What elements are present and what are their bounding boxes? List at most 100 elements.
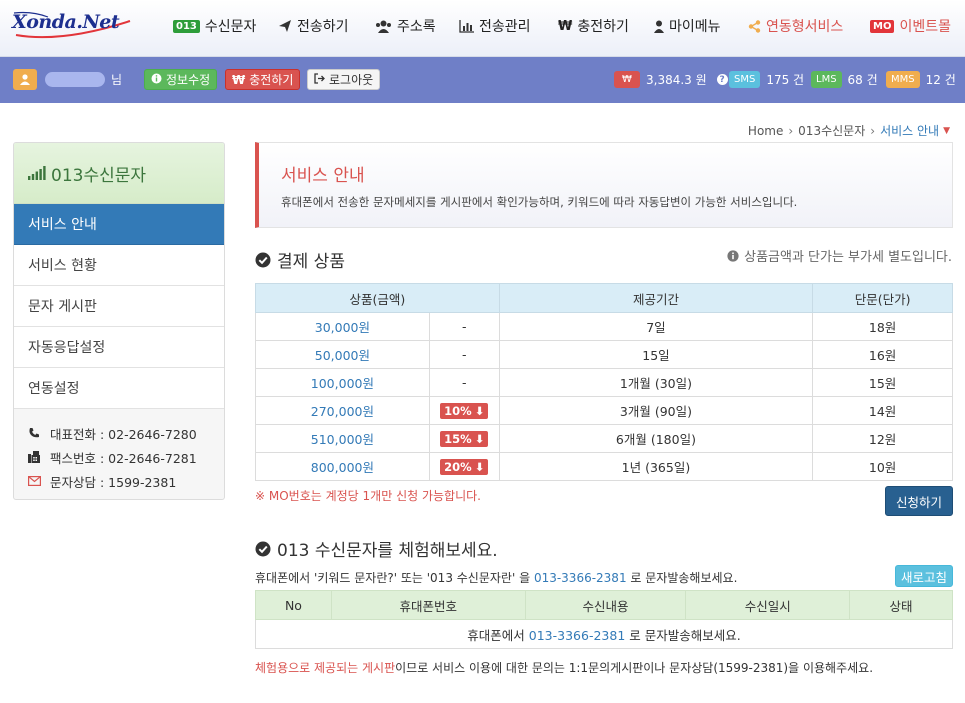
help-icon[interactable]: ? bbox=[716, 74, 728, 85]
breadcrumb-section[interactable]: 013수신문자 bbox=[798, 122, 865, 139]
table-row: 50,000원 - 15일 16원 bbox=[255, 340, 953, 369]
nav-eventmall[interactable]: MO 이벤트몰 bbox=[870, 16, 951, 36]
nav-charge[interactable]: ₩ 충전하기 bbox=[558, 16, 629, 36]
sms-value: 175 건 bbox=[766, 73, 805, 87]
cell-period: 3개월 (90일) bbox=[498, 396, 814, 425]
nav-addressbook[interactable]: 주소록 bbox=[375, 16, 436, 36]
sidebar-item-auto-reply[interactable]: 자동응답설정 bbox=[14, 327, 224, 368]
nav-label: 전송관리 bbox=[479, 19, 531, 35]
cell-discount: - bbox=[428, 312, 500, 341]
cell-unit-price: 10원 bbox=[812, 452, 953, 481]
empty-row-message: 휴대폰에서 013-3366-2381 로 문자발송해보세요. bbox=[255, 619, 953, 649]
user-suffix: 님 bbox=[111, 73, 123, 87]
table-header-row: 상품(금액) 제공기간 단문(단가) bbox=[255, 283, 953, 313]
user-info: 님 bbox=[13, 69, 122, 90]
won-icon: ₩ bbox=[558, 18, 573, 34]
vat-note-text: 상품금액과 단가는 부가세 별도입니다. bbox=[744, 250, 952, 265]
cell-price: 800,000원 bbox=[255, 452, 430, 481]
breadcrumb: Home › 013수신문자 › 서비스 안내 ▼ bbox=[748, 122, 950, 139]
cell-period: 1년 (365일) bbox=[498, 452, 814, 481]
site-logo[interactable]: Xonda.Net bbox=[12, 9, 136, 41]
check-circle-icon bbox=[255, 252, 271, 268]
sidebar-item-service-status[interactable]: 서비스 현황 bbox=[14, 245, 224, 286]
products-section-title: 결제 상품 bbox=[255, 247, 345, 272]
nav-send[interactable]: 전송하기 bbox=[278, 16, 349, 36]
chevron-right-icon: › bbox=[788, 123, 794, 138]
empty-pre: 휴대폰에서 bbox=[467, 627, 529, 643]
cell-period: 6개월 (180일) bbox=[498, 424, 814, 453]
logout-button[interactable]: 로그아웃 bbox=[307, 69, 381, 90]
trial-table: No 휴대폰번호 수신내용 수신일시 상태 휴대폰에서 013-3366-238… bbox=[255, 590, 953, 649]
paper-plane-icon bbox=[278, 19, 292, 33]
nav-label: 수신문자 bbox=[204, 19, 257, 35]
cell-price: 510,000원 bbox=[255, 424, 430, 453]
sidebar-item-integration[interactable]: 연동설정 bbox=[14, 368, 224, 409]
cell-price: 100,000원 bbox=[255, 368, 430, 397]
contact-info: 대표전화 : 02-2646-7280 팩스번호 : 02-2646-7281 … bbox=[14, 409, 224, 493]
apply-button[interactable]: 신청하기 bbox=[885, 486, 953, 516]
sidebar: 013수신문자 서비스 안내 서비스 현황 문자 게시판 자동응답설정 연동설정… bbox=[13, 142, 225, 500]
cell-period: 15일 bbox=[498, 340, 814, 369]
users-icon bbox=[375, 20, 392, 33]
breadcrumb-home[interactable]: Home bbox=[748, 124, 783, 138]
table-row: 510,000원 15% ⬇ 6개월 (180일) 12원 bbox=[255, 424, 953, 453]
arrow-down-icon: ⬇ bbox=[474, 431, 485, 446]
edit-profile-button[interactable]: 정보수정 bbox=[144, 69, 218, 90]
table-row: 30,000원 - 7일 18원 bbox=[255, 312, 953, 341]
table-row: 800,000원 20% ⬇ 1년 (365일) 10원 bbox=[255, 452, 953, 481]
trial-section-title: 013 수신문자를 체험해보세요. bbox=[255, 536, 498, 561]
sidebar-item-sms-board[interactable]: 문자 게시판 bbox=[14, 286, 224, 327]
masked-username bbox=[45, 72, 105, 87]
discount-none: - bbox=[461, 375, 467, 390]
mms-label: MMS bbox=[886, 71, 920, 88]
fax-icon bbox=[28, 451, 50, 463]
nav-label: 주소록 bbox=[397, 19, 436, 35]
breadcrumb-current[interactable]: 서비스 안내 bbox=[880, 122, 939, 139]
user-bar: 님 정보수정 ₩ 충전하기 로그아웃 ₩ 3,384.3 원 ? SMS 175… bbox=[0, 57, 965, 103]
refresh-button[interactable]: 새로고침 bbox=[895, 565, 953, 587]
contact-fax-text: 팩스번호 : 02-2646-7281 bbox=[50, 450, 197, 466]
signal-icon bbox=[28, 166, 46, 180]
nav-mymenu[interactable]: 마이메뉴 bbox=[654, 16, 721, 36]
discount-value: 10% bbox=[444, 403, 472, 418]
arrow-down-icon: ⬇ bbox=[474, 403, 485, 418]
caret-down-icon[interactable]: ▼ bbox=[943, 126, 950, 136]
trial-desc-pre: 휴대폰에서 '키워드 문자란?' 또는 '013 수신문자란' 을 bbox=[255, 571, 534, 585]
user-icon bbox=[654, 20, 664, 33]
table-row: 270,000원 10% ⬇ 3개월 (90일) 14원 bbox=[255, 396, 953, 425]
mms-credit: MMS 12 건 bbox=[886, 69, 956, 90]
cell-period: 1개월 (30일) bbox=[498, 368, 814, 397]
nav-receive-sms[interactable]: 013 수신문자 bbox=[173, 16, 256, 36]
cell-discount: 15% ⬇ bbox=[428, 424, 500, 453]
info-description: 휴대폰에서 전송한 문자메세지를 게시판에서 확인가능하며, 키워드에 따라 자… bbox=[281, 195, 798, 209]
arrow-down-icon: ⬇ bbox=[474, 459, 485, 474]
nav-label: 마이메뉴 bbox=[669, 19, 721, 35]
bar-chart-icon bbox=[459, 19, 474, 33]
trial-number: 013-3366-2381 bbox=[533, 571, 627, 585]
sidebar-item-label: 문자 게시판 bbox=[28, 299, 97, 315]
charge-button[interactable]: ₩ 충전하기 bbox=[225, 69, 301, 90]
nav-send-manage[interactable]: 전송관리 bbox=[459, 16, 531, 36]
sidebar-item-service-info[interactable]: 서비스 안내 bbox=[14, 204, 224, 245]
header-period: 제공기간 bbox=[498, 283, 814, 313]
discount-none: - bbox=[461, 319, 467, 334]
cell-discount: 10% ⬇ bbox=[428, 396, 500, 425]
sidebar-title-text: 013수신문자 bbox=[51, 165, 147, 186]
empty-post: 로 문자발송해보세요. bbox=[625, 627, 741, 643]
lms-label: LMS bbox=[811, 71, 842, 88]
cell-unit-price: 14원 bbox=[812, 396, 953, 425]
header-content: 수신내용 bbox=[524, 590, 687, 620]
sms-label: SMS bbox=[729, 71, 761, 88]
header-product: 상품(금액) bbox=[255, 283, 500, 313]
discount-none: - bbox=[461, 347, 467, 362]
header-datetime: 수신일시 bbox=[685, 590, 851, 620]
nav-integration[interactable]: 연동형서비스 bbox=[748, 16, 843, 36]
products-table: 상품(금액) 제공기간 단문(단가) 30,000원 - 7일 18원 50,000원 -… bbox=[255, 283, 953, 481]
sidebar-title: 013수신문자 bbox=[14, 143, 224, 204]
cell-unit-price: 16원 bbox=[812, 340, 953, 369]
balance-value: 3,384.3 원 bbox=[646, 73, 707, 87]
mms-value: 12 건 bbox=[925, 73, 956, 87]
phone-icon bbox=[28, 427, 50, 439]
check-circle-icon bbox=[255, 541, 271, 557]
discount-value: 20% bbox=[444, 459, 472, 474]
